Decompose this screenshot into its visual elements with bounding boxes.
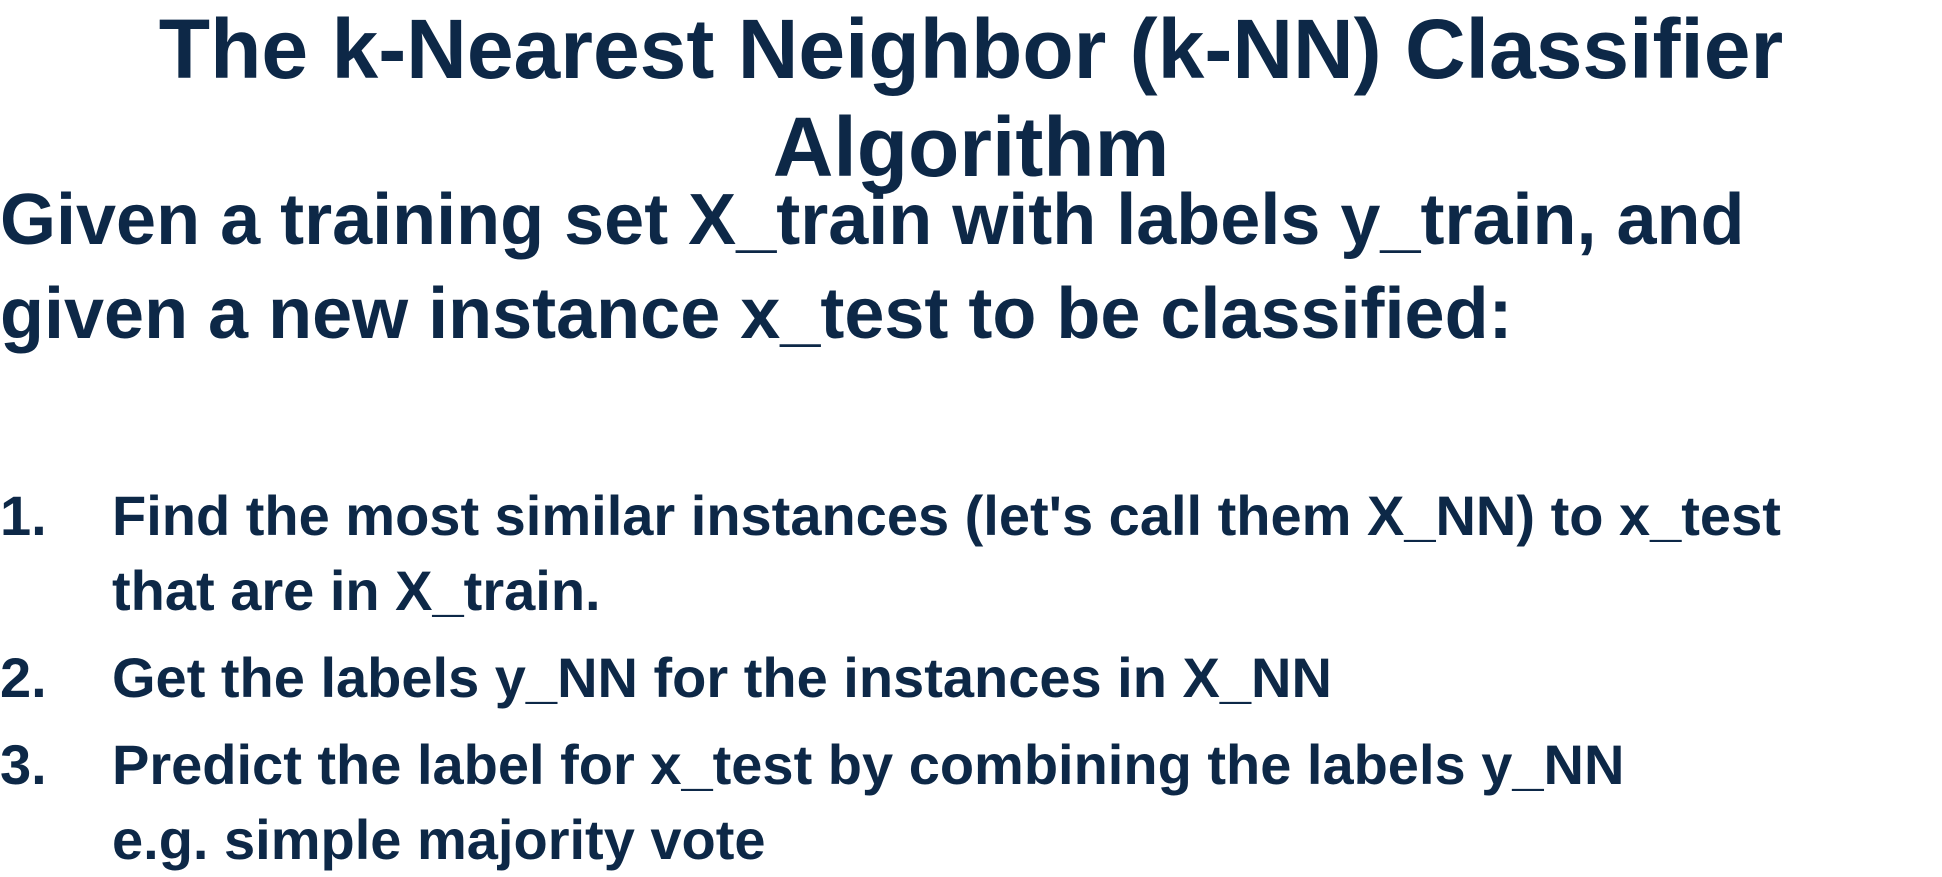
step-item-2: 2. Get the labels y_NN for the instances… [0,640,1942,715]
step-item-1: 1. Find the most similar instances (let'… [0,478,1942,628]
slide-title: The k-Nearest Neighbor (k-NN) Classifier… [0,0,1942,196]
step-text-line: e.g. simple majority vote [112,808,766,871]
step-text: Predict the label for x_test by combinin… [112,727,1942,877]
step-text: Get the labels y_NN for the instances in… [112,640,1942,715]
step-text-line: Predict the label for x_test by combinin… [112,733,1625,796]
step-text-line: Get the labels y_NN for the instances in… [112,646,1332,709]
step-text: Find the most similar instances (let's c… [112,478,1942,628]
slide-title-line-1: The k-Nearest Neighbor (k-NN) Classifier [158,2,1784,96]
step-text-line: Find the most similar instances (let's c… [112,484,1781,547]
step-number: 1. [0,484,47,547]
intro-line-2: given a new instance x_test to be classi… [0,274,1513,354]
step-number: 3. [0,733,47,796]
step-text-line: that are in X_train. [112,559,601,622]
intro-line-1: Given a training set X_train with labels… [0,180,1745,260]
intro-paragraph: Given a training set X_train with labels… [0,173,1920,361]
algorithm-steps-list: 1. Find the most similar instances (let'… [0,478,1942,877]
step-item-3: 3. Predict the label for x_test by combi… [0,727,1942,877]
step-number: 2. [0,646,47,709]
